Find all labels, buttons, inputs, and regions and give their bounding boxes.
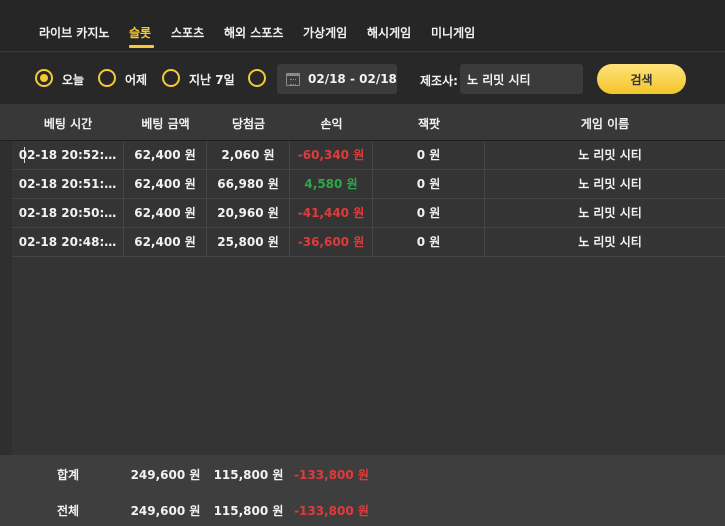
cell-bet-time: 02-18 20:51:… (12, 170, 124, 198)
tab-live-casino[interactable]: 라이브 카지노 (39, 24, 109, 41)
header-jackpot: 잭팟 (417, 117, 441, 131)
radio-last-7-days-label[interactable]: 지난 7일 (189, 71, 235, 88)
header-bet-time: 베팅 시간 (43, 117, 93, 131)
cell-game-name: 노 리밋 시티 (578, 206, 642, 220)
filter-bar: 오늘 어제 지난 7일 02/18 - 02/18 제조사: 노 리밋 시티 검… (0, 52, 725, 104)
tab-overseas-sports[interactable]: 해외 스포츠 (224, 24, 283, 41)
cell-game-name: 노 리밋 시티 (578, 148, 642, 162)
cell-profit-loss: -41,440 원 (290, 199, 373, 227)
provider-label: 제조사: (420, 74, 458, 88)
cell-game-name: 노 리밋 시티 (578, 235, 642, 249)
header-winnings: 당첨금 (231, 117, 266, 131)
cell-profit-loss: -60,340 원 (290, 141, 373, 169)
radio-today-label[interactable]: 오늘 (62, 71, 84, 88)
cell-jackpot: 0 원 (373, 199, 485, 227)
cell-winnings: 66,980 원 (207, 170, 290, 198)
tab-sports[interactable]: 스포츠 (171, 24, 204, 41)
subtotal-winnings: 115,800 원 (213, 468, 284, 482)
calendar-icon (286, 73, 300, 86)
date-range-picker[interactable]: 02/18 - 02/18 (277, 64, 397, 94)
cell-profit-loss: 4,580 원 (290, 170, 373, 198)
header-game-name: 게임 이름 (580, 117, 630, 131)
table-header: 베팅 시간 베팅 금액 당첨금 손익 잭팟 게임 이름 (0, 104, 725, 141)
header-profit-loss: 손익 (320, 117, 343, 131)
cell-bet-time: 02-18 20:48:… (12, 228, 124, 256)
cell-bet-amount: 62,400 원 (124, 141, 207, 169)
subtotal-profit-loss: -133,800 원 (294, 468, 369, 482)
cell-bet-time: 02-18 20:50:… (12, 199, 124, 227)
total-winnings: 115,800 원 (213, 504, 284, 518)
cell-profit-loss: -36,600 원 (290, 228, 373, 256)
cell-jackpot: 0 원 (373, 228, 485, 256)
bet-history-table: 02-18 20:52:… 62,400 원 2,060 원 -60,340 원… (12, 141, 725, 455)
cell-bet-amount: 62,400 원 (124, 228, 207, 256)
table-row[interactable]: 02-18 20:51:… 62,400 원 66,980 원 4,580 원 … (12, 170, 725, 199)
radio-yesterday-label[interactable]: 어제 (125, 71, 147, 88)
tab-mini-games[interactable]: 미니게임 (431, 24, 475, 41)
subtotal-bet: 249,600 원 (130, 468, 201, 482)
tab-hash-games[interactable]: 해시게임 (367, 24, 411, 41)
cell-jackpot: 0 원 (373, 170, 485, 198)
cell-bet-time: 02-18 20:52:… (12, 141, 124, 169)
total-bet: 249,600 원 (130, 504, 201, 518)
table-row[interactable]: 02-18 20:48:… 62,400 원 25,800 원 -36,600 … (12, 228, 725, 257)
table-row[interactable]: 02-18 20:50:… 62,400 원 20,960 원 -41,440 … (12, 199, 725, 228)
search-button[interactable]: 검색 (597, 64, 686, 94)
tab-virtual-games[interactable]: 가상게임 (303, 24, 347, 41)
total-label: 전체 (56, 504, 80, 518)
cell-winnings: 25,800 원 (207, 228, 290, 256)
provider-select[interactable]: 노 리밋 시티 (460, 64, 583, 94)
subtotal-label: 합계 (56, 468, 80, 482)
radio-today[interactable] (35, 69, 53, 87)
header-bet-amount: 베팅 금액 (141, 117, 190, 131)
active-tab-indicator (129, 45, 154, 48)
cell-bet-amount: 62,400 원 (124, 170, 207, 198)
total-profit-loss: -133,800 원 (294, 504, 369, 518)
tab-slot[interactable]: 슬롯 (129, 24, 151, 41)
radio-custom-range[interactable] (248, 69, 266, 87)
cell-jackpot: 0 원 (373, 141, 485, 169)
radio-yesterday[interactable] (98, 69, 116, 87)
table-row[interactable]: 02-18 20:52:… 62,400 원 2,060 원 -60,340 원… (12, 141, 725, 170)
date-range-value: 02/18 - 02/18 (308, 72, 397, 86)
cell-winnings: 2,060 원 (207, 141, 290, 169)
summary-footer: 합계 249,600 원 115,800 원 -133,800 원 전체 249… (0, 455, 725, 526)
cell-game-name: 노 리밋 시티 (578, 177, 642, 191)
cell-winnings: 20,960 원 (207, 199, 290, 227)
cell-bet-amount: 62,400 원 (124, 199, 207, 227)
game-category-tabs: 라이브 카지노 슬롯 스포츠 해외 스포츠 가상게임 해시게임 미니게임 (0, 0, 725, 52)
radio-last-7-days[interactable] (162, 69, 180, 87)
